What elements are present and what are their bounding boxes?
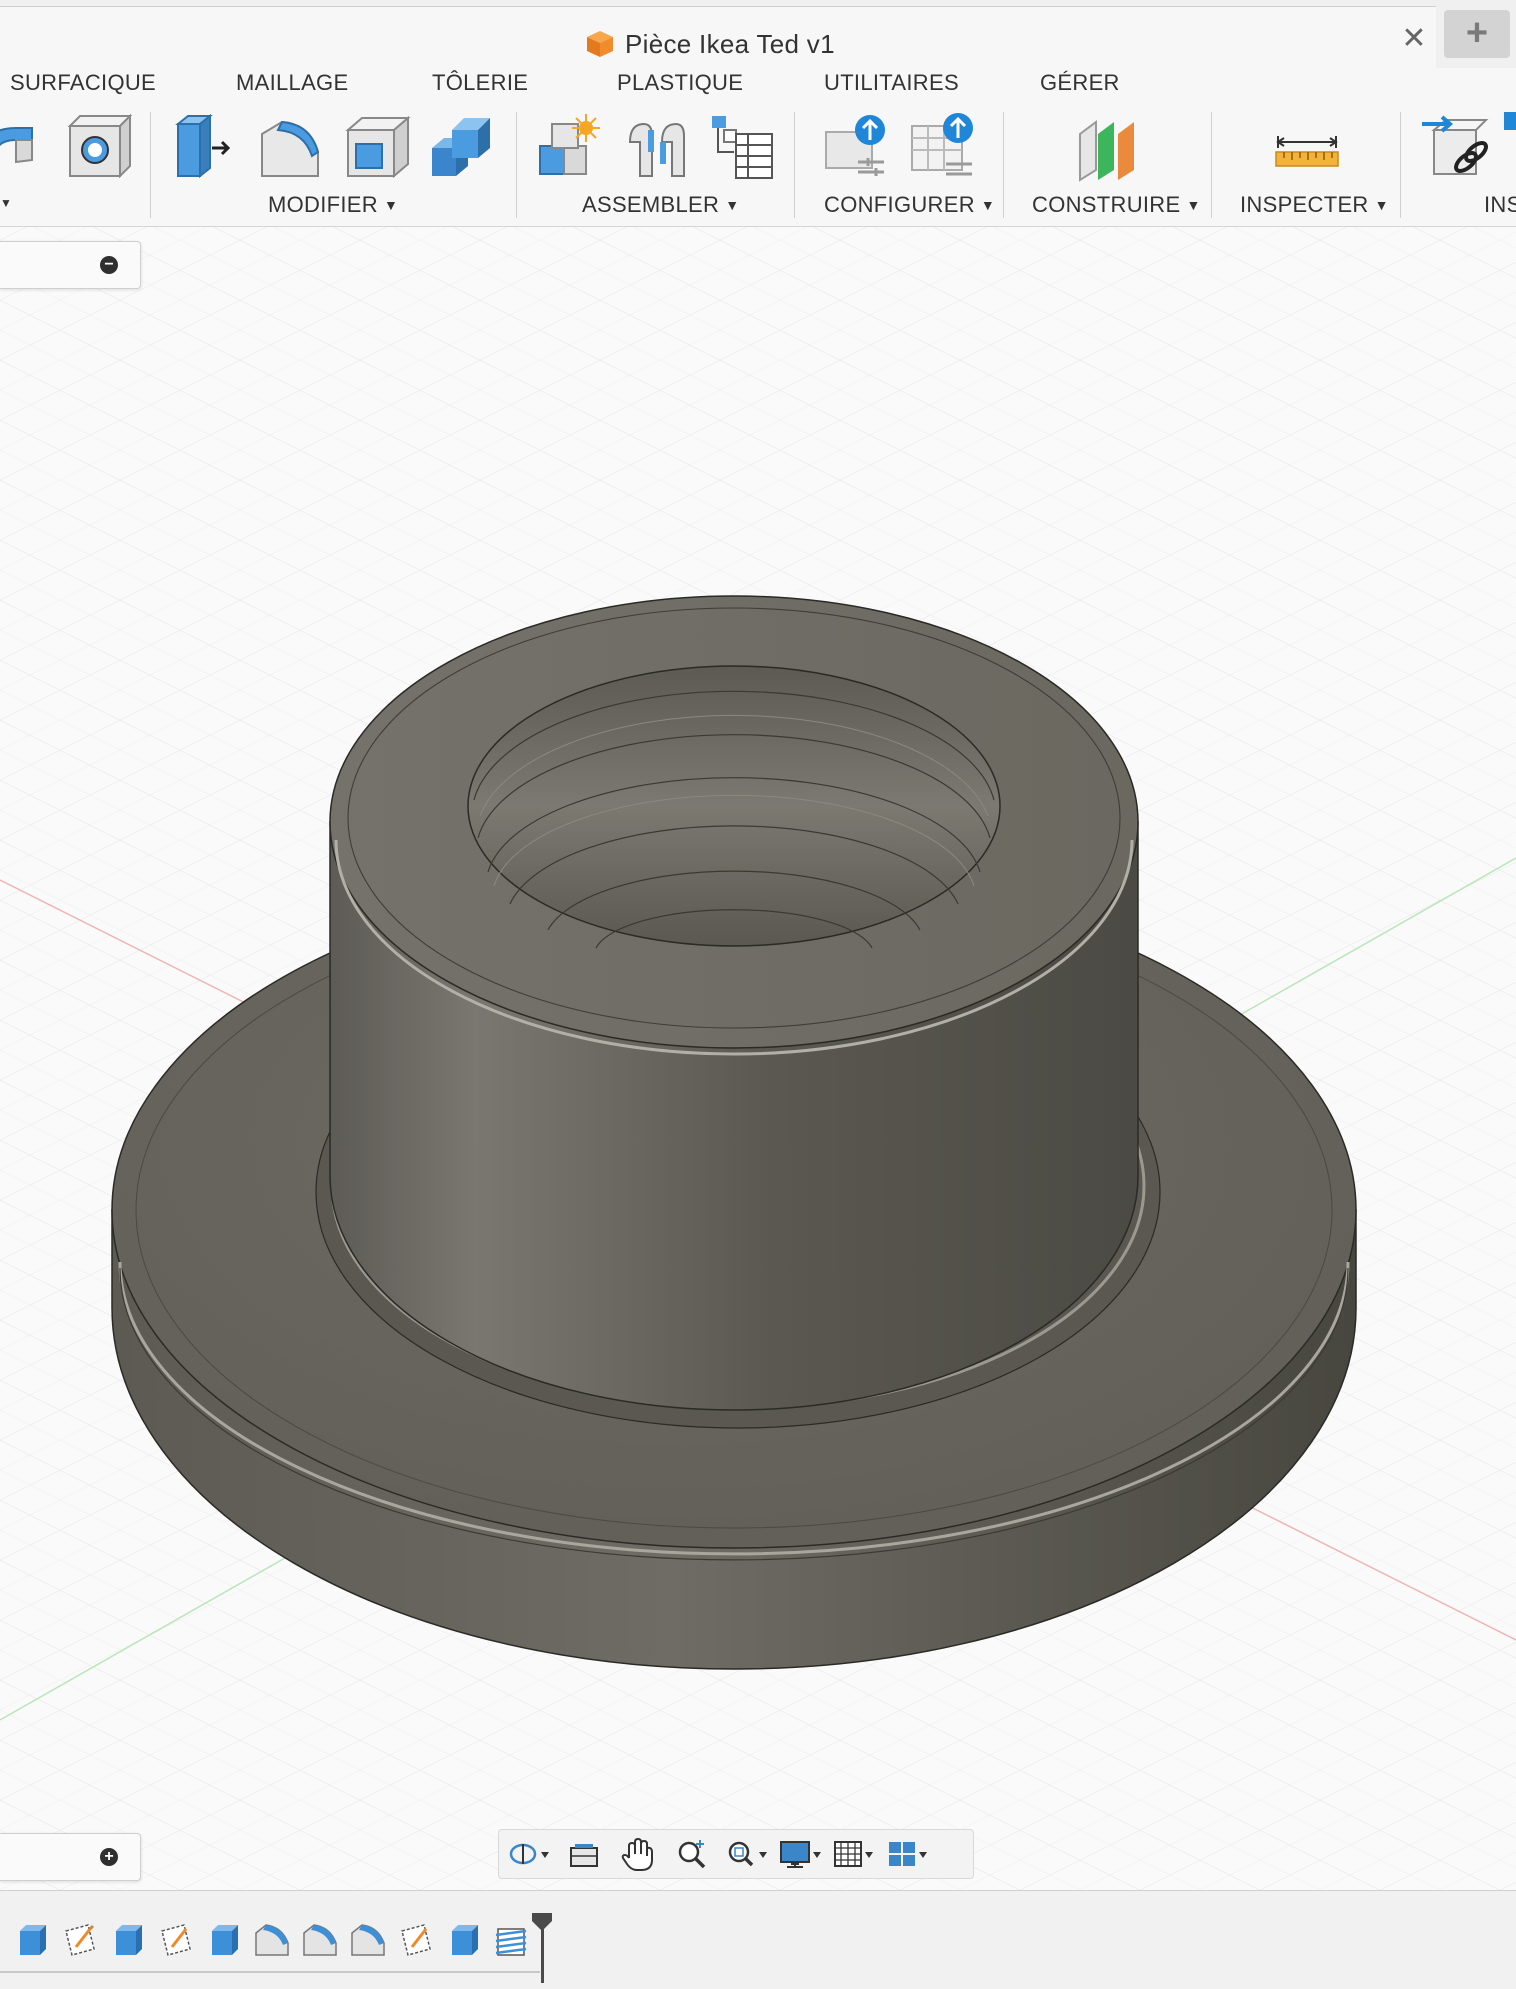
extrude-icon[interactable] (12, 1919, 52, 1959)
orange-part-cube-icon (587, 31, 613, 57)
assemble-group-label[interactable]: ASSEMBLER ▼ (582, 192, 739, 218)
configure-table-icon[interactable] (906, 112, 976, 182)
collapse-browser-button[interactable]: − (100, 256, 118, 274)
surface-patch-icon[interactable] (0, 112, 42, 182)
new-component-icon[interactable] (534, 112, 604, 182)
chevron-down-icon: ▼ (980, 197, 996, 213)
fillet-icon[interactable] (348, 1919, 388, 1959)
inspect-label: INSPECTER (1240, 192, 1369, 217)
timeline-track (0, 1971, 540, 1973)
navigation-bar (498, 1829, 974, 1879)
sketch-icon[interactable] (396, 1919, 436, 1959)
modify-label: MODIFIER (268, 192, 378, 217)
configure-icon[interactable] (820, 112, 890, 182)
modify-group-label[interactable]: MODIFIER ▼ (268, 192, 398, 218)
extrude-icon[interactable] (108, 1919, 148, 1959)
fillet-icon[interactable] (300, 1919, 340, 1959)
expand-comments-button[interactable]: + (100, 1848, 118, 1866)
assemble-label: ASSEMBLER (582, 192, 720, 217)
display-settings-icon[interactable] (775, 1834, 825, 1874)
canvas-scene[interactable] (0, 227, 1516, 1890)
new-tab-button[interactable]: + (1444, 10, 1510, 58)
timeline-marker[interactable] (530, 1913, 554, 1983)
insert-label: INS (1484, 192, 1516, 217)
toolbar-separator (1400, 112, 1401, 218)
chevron-down-icon: ▼ (383, 197, 399, 213)
tab-mesh[interactable]: MAILLAGE (236, 70, 348, 96)
close-tab-button[interactable]: ✕ (1396, 21, 1432, 57)
title-bar: Pièce Ikea Ted v1 ✕ + (0, 0, 1516, 69)
construct-label: CONSTRUIRE (1032, 192, 1181, 217)
toolbar-separator (1003, 112, 1004, 218)
toolbar-separator (1211, 112, 1212, 218)
extrude-icon[interactable] (204, 1919, 244, 1959)
configure-group-label[interactable]: CONFIGURER ▼ (824, 192, 995, 218)
measure-icon[interactable] (1272, 112, 1342, 182)
sketch-icon[interactable] (60, 1919, 100, 1959)
shell-icon[interactable] (342, 112, 412, 182)
inspect-group-label[interactable]: INSPECTER ▼ (1240, 192, 1389, 218)
construct-group-label[interactable]: CONSTRUIRE ▼ (1032, 192, 1201, 218)
thread-icon[interactable] (492, 1919, 532, 1959)
chevron-down-icon: ▼ (725, 197, 740, 213)
toolbar-separator (794, 112, 795, 218)
document-tab[interactable]: Pièce Ikea Ted v1 ✕ (0, 6, 1436, 69)
configure-label: CONFIGURER (824, 192, 975, 217)
document-title-wrap: Pièce Ikea Ted v1 (585, 27, 835, 61)
fillet-icon[interactable] (252, 1919, 292, 1959)
sketch-icon[interactable] (156, 1919, 196, 1959)
boundary-fill-icon[interactable] (62, 112, 132, 182)
look-at-icon[interactable] (559, 1834, 609, 1874)
comments-panel-bar[interactable]: + (0, 1833, 141, 1881)
bill-of-materials-icon[interactable] (706, 112, 776, 182)
zoom-icon[interactable] (667, 1834, 717, 1874)
viewport-canvas[interactable]: − + (0, 227, 1516, 1890)
chevron-down-icon: ▼ (0, 196, 12, 210)
insert-arrow-fragment (1504, 112, 1516, 130)
fit-icon[interactable] (721, 1834, 771, 1874)
chevron-down-icon: ▼ (1374, 197, 1389, 213)
browser-panel-bar[interactable]: − (0, 241, 141, 289)
insert-group-label[interactable]: INS (1484, 192, 1516, 218)
toolbar-separator (150, 112, 151, 218)
timeline (0, 1890, 1516, 1989)
pan-icon[interactable] (613, 1834, 663, 1874)
joint-icon[interactable] (622, 112, 692, 182)
extrude-icon[interactable] (444, 1919, 484, 1959)
insert-derive-icon[interactable] (1420, 112, 1490, 182)
tab-manage[interactable]: GÉRER (1040, 70, 1120, 96)
toolbar-separator (516, 112, 517, 218)
press-pull-icon[interactable] (168, 112, 238, 182)
tab-surface[interactable]: SURFACIQUE (10, 70, 156, 96)
grid-icon[interactable] (829, 1834, 879, 1874)
document-title: Pièce Ikea Ted v1 (625, 28, 835, 59)
fillet-icon[interactable] (256, 112, 326, 182)
tab-plastic[interactable]: PLASTIQUE (617, 70, 743, 96)
combine-icon[interactable] (428, 112, 498, 182)
offset-plane-icon[interactable] (1074, 112, 1144, 182)
tab-utilities[interactable]: UTILITAIRES (824, 70, 959, 96)
chevron-down-icon: ▼ (1186, 197, 1201, 213)
viewports-icon[interactable] (883, 1834, 933, 1874)
tab-sheet-metal[interactable]: TÔLERIE (432, 70, 528, 96)
orbit-icon[interactable] (505, 1834, 555, 1874)
